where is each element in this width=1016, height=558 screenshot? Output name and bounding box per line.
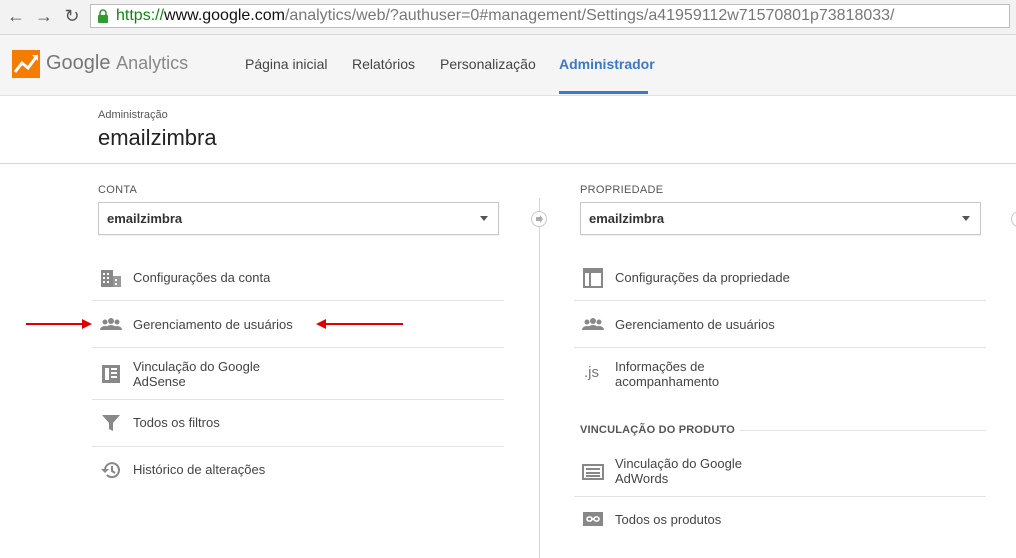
back-arrow-icon[interactable]: ← xyxy=(6,6,26,26)
users-icon xyxy=(100,318,122,330)
adsense-icon xyxy=(102,365,120,383)
url-text[interactable]: https://www.google.com/analytics/web/?au… xyxy=(116,6,895,26)
annotation-arrow-right-shaft xyxy=(326,323,403,325)
filter-icon xyxy=(102,415,120,431)
property-heading: PROPRIEDADE xyxy=(580,184,664,196)
annotation-arrow-left-head xyxy=(82,319,92,329)
tab-admin[interactable]: Administrador xyxy=(559,56,655,72)
property-tracking-info-item[interactable]: .js Informações de acompanhamento xyxy=(574,348,986,400)
link-icon xyxy=(583,512,603,526)
account-adsense-line2: AdSense xyxy=(133,374,186,389)
account-settings-label: Configurações da conta xyxy=(133,270,271,285)
analytics-logo-icon xyxy=(12,50,40,78)
logo-product: Analytics xyxy=(116,53,189,73)
property-all-products-item[interactable]: Todos os produtos xyxy=(574,497,986,543)
property-adwords-line2: AdWords xyxy=(615,471,669,486)
property-tracking-info-label: Informações de acompanhamento xyxy=(615,359,719,389)
property-adwords-link-item[interactable]: Vinculação do Google AdWords xyxy=(574,446,986,497)
account-selector-value: emailzimbra xyxy=(107,211,183,226)
property-adwords-link-label: Vinculação do Google AdWords xyxy=(615,456,742,486)
tab-home[interactable]: Página inicial xyxy=(245,56,328,72)
product-linking-heading: VINCULAÇÃO DO PRODUTO xyxy=(580,424,735,436)
property-user-management-label: Gerenciamento de usuários xyxy=(615,317,775,332)
history-icon xyxy=(101,462,120,479)
account-filters-item[interactable]: Todos os filtros xyxy=(92,400,504,447)
account-adsense-line1: Vinculação do Google xyxy=(133,359,260,374)
logo-google: Google xyxy=(46,52,111,74)
building-icon xyxy=(101,270,121,287)
account-user-management-item[interactable]: Gerenciamento de usuários xyxy=(92,301,504,348)
divider xyxy=(740,430,986,431)
account-selector[interactable]: emailzimbra xyxy=(98,202,499,235)
property-settings-label: Configurações da propriedade xyxy=(615,270,790,285)
account-change-history-label: Histórico de alterações xyxy=(133,462,266,477)
url-host: www.google.com xyxy=(164,7,285,24)
property-user-management-item[interactable]: Gerenciamento de usuários xyxy=(574,301,986,348)
account-settings-item[interactable]: Configurações da conta xyxy=(92,255,504,301)
page-title: emailzimbra xyxy=(98,125,217,150)
account-heading: CONTA xyxy=(98,184,138,196)
reload-icon[interactable]: ↻ xyxy=(62,6,82,26)
annotation-arrow-left-shaft xyxy=(26,323,86,325)
caret-down-icon xyxy=(962,216,970,221)
active-tab-indicator xyxy=(559,91,648,94)
account-user-management-label: Gerenciamento de usuários xyxy=(133,317,293,332)
account-adsense-link-item[interactable]: Vinculação do Google AdSense xyxy=(92,348,504,400)
lock-icon xyxy=(98,9,108,23)
forward-arrow-icon[interactable]: → xyxy=(34,6,54,26)
property-selector[interactable]: emailzimbra xyxy=(580,202,981,235)
column-divider xyxy=(539,198,540,558)
property-tracking-line1: Informações de xyxy=(615,359,705,374)
property-adwords-line1: Vinculação do Google xyxy=(615,456,742,471)
annotation-arrow-right-head xyxy=(316,319,326,329)
account-change-history-item[interactable]: Histórico de alterações xyxy=(92,447,504,493)
property-selector-value: emailzimbra xyxy=(589,211,665,226)
account-adsense-link-label: Vinculação do Google AdSense xyxy=(133,359,260,389)
property-all-products-label: Todos os produtos xyxy=(615,512,722,527)
layout-icon xyxy=(583,268,603,288)
account-filters-label: Todos os filtros xyxy=(133,415,220,430)
tab-customization[interactable]: Personalização xyxy=(440,56,536,72)
divider xyxy=(0,163,1016,164)
js-icon: .js xyxy=(584,364,599,381)
breadcrumb: Administração xyxy=(98,109,168,121)
url-scheme: https:// xyxy=(116,7,165,24)
arrow-right-circle-icon xyxy=(531,211,547,227)
tab-reports[interactable]: Relatórios xyxy=(352,56,415,72)
property-tracking-line2: acompanhamento xyxy=(615,374,720,389)
app-logo-text[interactable]: Google Analytics xyxy=(46,52,188,75)
property-settings-item[interactable]: Configurações da propriedade xyxy=(574,255,986,301)
users-icon xyxy=(582,318,604,330)
caret-down-icon xyxy=(480,216,488,221)
arrow-right-circle-icon-2 xyxy=(1011,211,1016,227)
url-path: /analytics/web/?authuser=0#management/Se… xyxy=(284,7,895,24)
adwords-icon xyxy=(582,464,604,480)
